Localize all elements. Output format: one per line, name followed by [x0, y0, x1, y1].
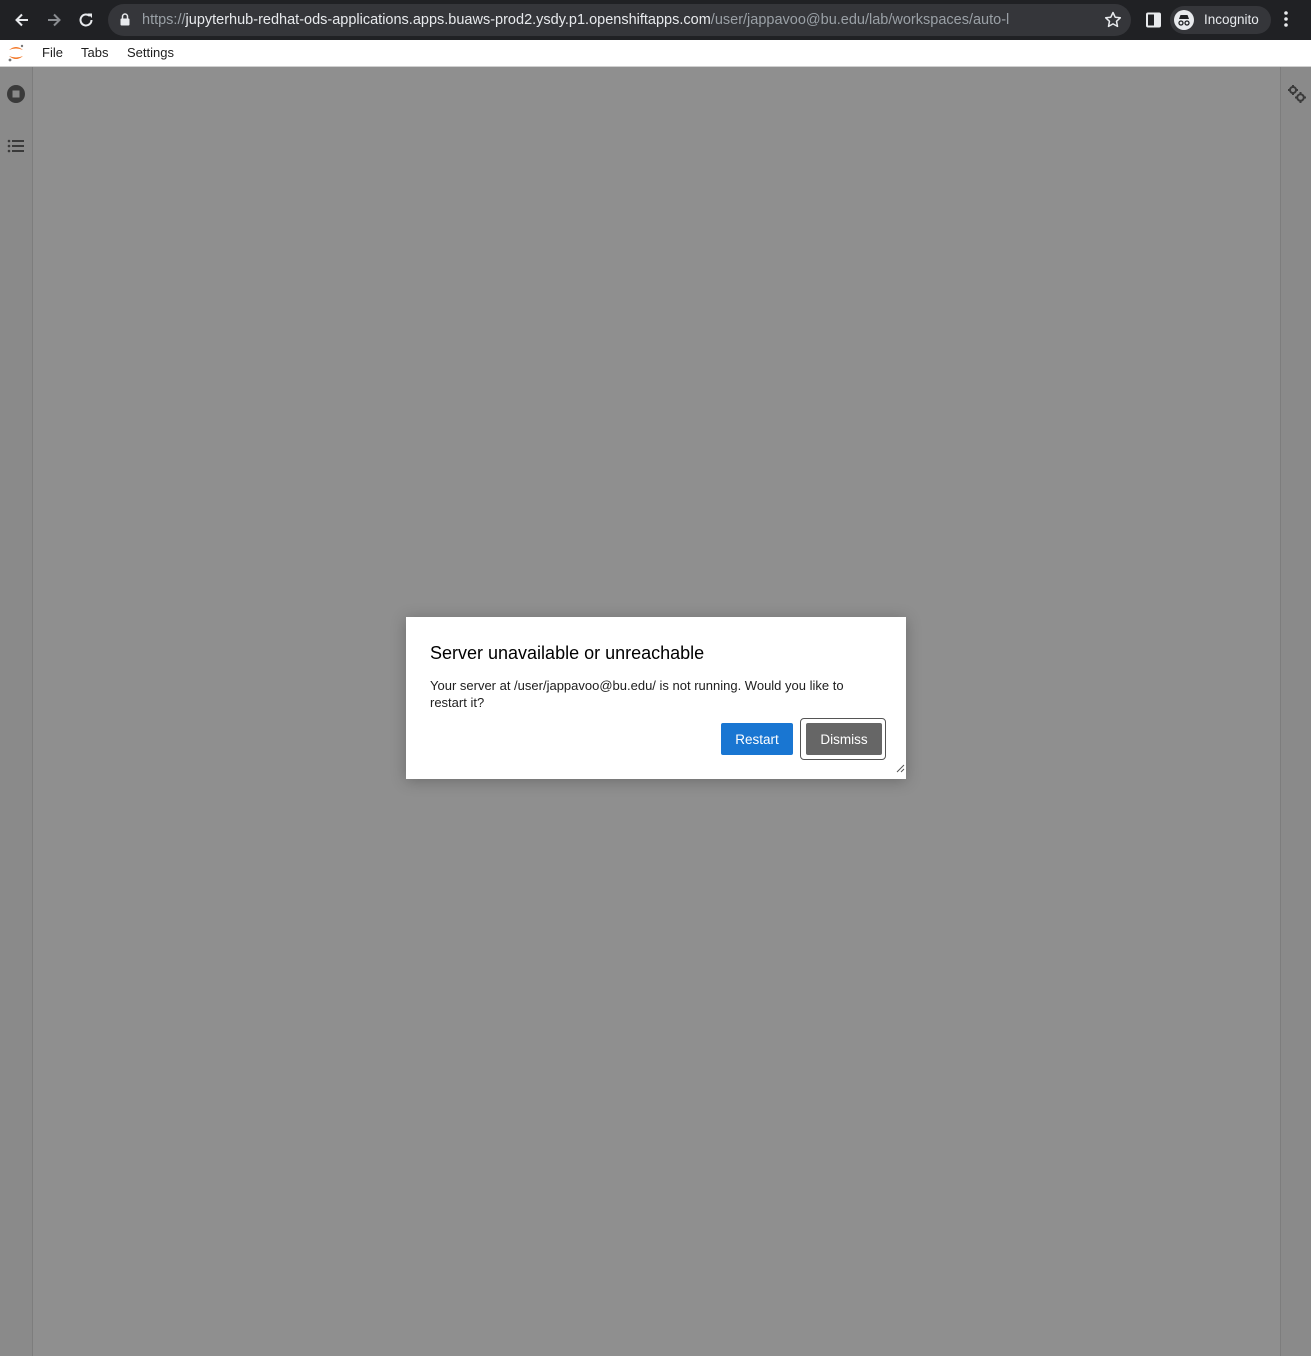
incognito-icon [1174, 10, 1194, 30]
menu-file[interactable]: File [42, 45, 63, 60]
url-host: jupyterhub-redhat-ods-applications.apps.… [185, 12, 711, 28]
bookmark-star-icon[interactable] [1103, 10, 1123, 30]
menu-tabs[interactable]: Tabs [81, 45, 108, 60]
restart-button[interactable]: Restart [721, 723, 793, 755]
jupyterlab-menubar: File Tabs Settings [0, 40, 1311, 67]
back-icon[interactable] [10, 8, 34, 32]
forward-icon[interactable] [42, 8, 66, 32]
dialog-message: Your server at /user/jappavoo@bu.edu/ is… [430, 678, 844, 710]
reload-icon[interactable] [74, 8, 98, 32]
browser-toolbar: https://jupyterhub-redhat-ods-applicatio… [0, 0, 1311, 40]
dismiss-button-focus-ring: Dismiss [800, 718, 886, 760]
jupyter-logo-icon [6, 43, 26, 63]
browser-menu-icon[interactable] [1284, 10, 1288, 33]
resize-handle-icon[interactable] [896, 760, 905, 778]
url-text[interactable]: https://jupyterhub-redhat-ods-applicatio… [142, 12, 1047, 28]
url-scheme: https:// [142, 12, 186, 28]
url-path: /user/jappavoo@bu.edu/lab/workspaces/aut… [710, 12, 1010, 28]
dialog-title: Server unavailable or unreachable [430, 643, 705, 663]
table-of-contents-icon[interactable] [7, 138, 25, 159]
running-sessions-icon[interactable] [6, 84, 26, 109]
dismiss-button[interactable]: Dismiss [806, 723, 882, 755]
menu-settings[interactable]: Settings [127, 45, 174, 60]
right-sidebar [1280, 67, 1311, 1356]
address-bar[interactable]: https://jupyterhub-redhat-ods-applicatio… [108, 4, 1131, 36]
incognito-profile-button[interactable]: Incognito [1170, 6, 1271, 34]
property-inspector-icon[interactable] [1287, 84, 1307, 109]
incognito-label: Incognito [1204, 12, 1259, 27]
left-sidebar [0, 67, 33, 1356]
side-panel-icon[interactable] [1146, 12, 1162, 33]
server-unavailable-dialog: Server unavailable or unreachable Your s… [406, 617, 906, 779]
lock-icon[interactable] [120, 13, 130, 31]
